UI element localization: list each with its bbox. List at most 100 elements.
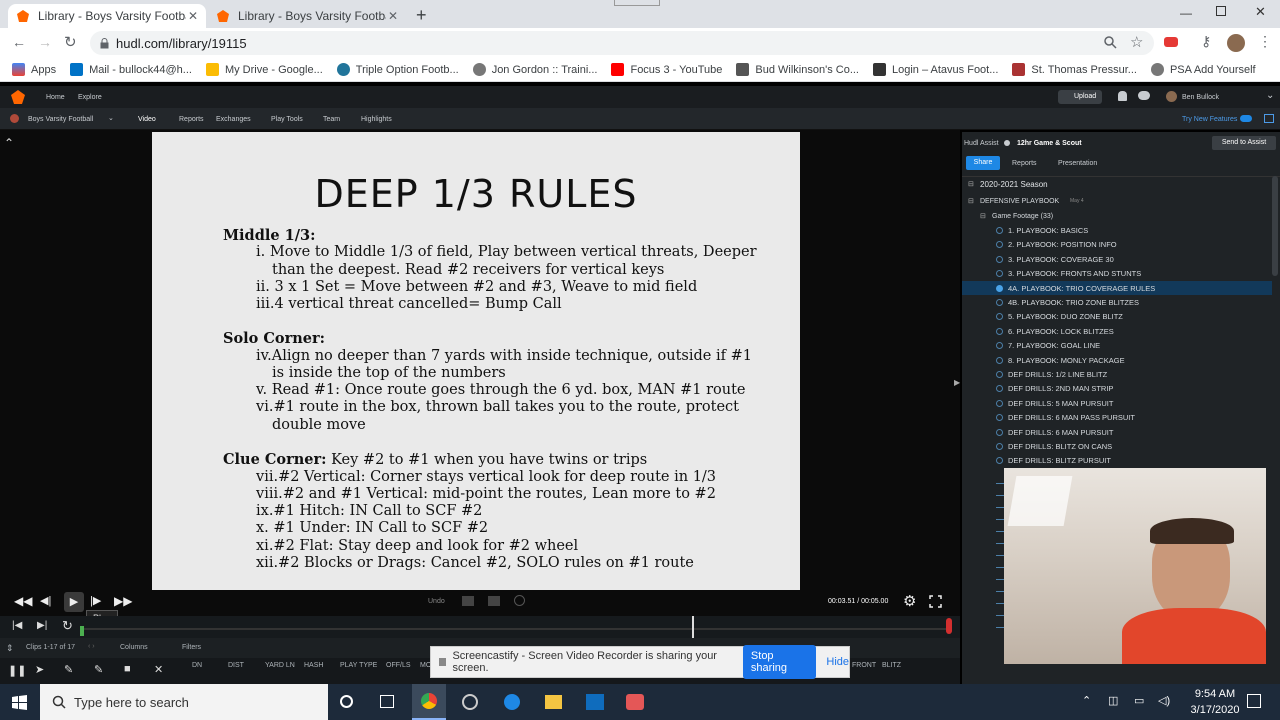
playlist-item[interactable]: 1. PLAYBOOK: BASICS (1008, 226, 1088, 235)
radio-circle-icon[interactable] (996, 299, 1003, 306)
playlist-item[interactable]: 6. PLAYBOOK: LOCK BLITZES (1008, 327, 1114, 336)
cortana-icon[interactable] (340, 695, 353, 708)
radio-circle-icon[interactable] (996, 241, 1003, 249)
radio-circle-icon[interactable] (996, 356, 1003, 364)
radio-circle-icon[interactable] (996, 270, 1003, 278)
user-name[interactable]: Ben Bullock (1182, 94, 1219, 101)
playlist-item[interactable]: 8. PLAYBOOK: MONLY PACKAGE (1008, 356, 1125, 365)
collapse-toggle-icon[interactable]: ⇕ (6, 643, 14, 654)
menu-kebab-icon[interactable]: ⋮ (1258, 33, 1272, 50)
filters-dropdown[interactable]: Filters (182, 644, 201, 651)
bookmark-drive[interactable]: My Drive - Google... (205, 63, 323, 76)
playlist-item[interactable]: DEF DRILLS: BLITZ PURSUIT (1008, 456, 1111, 465)
nav-highlights[interactable]: Highlights (361, 116, 392, 123)
col-header[interactable]: HASH (304, 662, 323, 669)
step-forward-icon[interactable]: |▶ (90, 594, 101, 607)
nav-play-tools[interactable]: Play Tools (271, 116, 303, 123)
radio-circle-icon[interactable] (996, 313, 1003, 321)
close-window-button[interactable]: ✕ (1255, 4, 1266, 20)
radio-circle-icon[interactable] (996, 227, 1003, 234)
features-toggle[interactable] (1240, 115, 1252, 122)
playhead[interactable] (692, 616, 694, 638)
playlist-item[interactable]: DEF DRILLS: BLITZ ON CANS (1008, 442, 1112, 451)
info-icon[interactable] (1004, 140, 1010, 146)
playlist-item[interactable]: 4A. PLAYBOOK: TRIO COVERAGE RULES (1008, 284, 1155, 293)
playlist-item[interactable]: 7. PLAYBOOK: GOAL LINE (1008, 341, 1100, 350)
bookmark-apps[interactable]: Apps (12, 63, 56, 76)
volume-icon[interactable]: ◁) (1158, 694, 1170, 707)
star-bookmark-icon[interactable]: ☆ (1130, 33, 1143, 51)
clock-date[interactable]: 3/17/2020 (1186, 704, 1244, 716)
playlist-item[interactable]: DEF DRILLS: 2ND MAN STRIP (1008, 384, 1113, 393)
loop-icon[interactable]: ↻ (62, 618, 73, 634)
bookmark-youtube[interactable]: Focus 3 - YouTube (611, 63, 722, 76)
radio-circle-icon[interactable] (996, 399, 1003, 407)
app-icon[interactable] (462, 694, 478, 710)
nav-video[interactable]: Video (138, 116, 156, 123)
battery-icon[interactable]: ▭ (1134, 694, 1144, 707)
expand-sidebar-arrow-icon[interactable]: ▶ (954, 378, 960, 387)
col-header[interactable]: OFF/LS (386, 662, 411, 669)
timeline-track[interactable] (80, 628, 950, 630)
pause-icon[interactable]: ❚❚ (8, 664, 26, 677)
scrollbar-thumb[interactable] (1272, 176, 1278, 276)
playlist-item[interactable]: DEF DRILLS: 6 MAN PASS PURSUIT (1008, 413, 1135, 422)
playlist-item[interactable]: 2. PLAYBOOK: POSITION INFO (1008, 240, 1117, 249)
browser-tab-1[interactable]: Library - Boys Varsity Football - H ✕ (8, 4, 206, 28)
bookmark-atavus[interactable]: Login – Atavus Foot... (873, 63, 998, 76)
file-explorer-icon[interactable] (545, 695, 562, 709)
nav-team[interactable]: Team (323, 116, 340, 123)
settings-gear-icon[interactable]: ⚙ (903, 592, 916, 610)
playlist-item[interactable]: DEF DRILLS: 6 MAN PURSUIT (1008, 428, 1113, 437)
bookmark-bud-wilkinson[interactable]: Bud Wilkinson's Co... (736, 63, 859, 76)
messages-icon[interactable] (1138, 91, 1150, 100)
nav-reports[interactable]: Reports (179, 116, 204, 123)
radio-circle-icon[interactable] (996, 342, 1003, 350)
undo-button[interactable]: Undo (428, 598, 445, 605)
col-header[interactable]: DN (192, 662, 202, 669)
close-tab-icon[interactable]: ✕ (188, 9, 198, 23)
edge-icon[interactable] (504, 694, 520, 710)
nav-home[interactable]: Home (46, 94, 65, 101)
playlist-item[interactable]: 3. PLAYBOOK: FRONTS AND STUNTS (1008, 269, 1141, 278)
chrome-taskbar-button[interactable] (412, 684, 446, 720)
step-back-icon[interactable]: ◀| (40, 594, 51, 607)
back-arrow-icon[interactable]: ← (12, 34, 26, 50)
send-to-assist-button[interactable]: Send to Assist (1212, 136, 1276, 150)
camera-tool-icon[interactable]: ■ (124, 663, 131, 675)
playlist-item[interactable]: DEF DRILLS: 1/2 LINE BLITZ (1008, 370, 1107, 379)
col-header[interactable]: YARD LN (265, 662, 295, 669)
col-header[interactable]: FRONT (852, 662, 876, 669)
feedback-icon[interactable] (1264, 114, 1274, 123)
skip-end-icon[interactable]: ▶| (37, 620, 47, 631)
rewind-icon[interactable]: ◀◀ (14, 594, 32, 608)
col-header[interactable]: PLAY TYPE (340, 662, 377, 669)
skip-start-icon[interactable]: |◀ (12, 620, 22, 631)
radio-circle-icon[interactable] (996, 371, 1003, 378)
nav-exchanges[interactable]: Exchanges (216, 116, 251, 123)
close-drawing-icon[interactable]: ✕ (154, 663, 163, 676)
radio-circle-icon[interactable] (996, 443, 1003, 450)
collapse-season-icon[interactable]: ⊟ (968, 180, 974, 188)
playlist-item[interactable]: 3. PLAYBOOK: COVERAGE 30 (1008, 255, 1114, 264)
new-tab-button[interactable]: + (416, 5, 427, 26)
bookmark-mail[interactable]: Mail - bullock44@h... (70, 63, 192, 76)
extension-icon[interactable] (1164, 37, 1178, 47)
clip-pager-arrows[interactable]: ‹ › (88, 643, 95, 650)
playlist-item[interactable]: DEF DRILLS: 5 MAN PURSUIT (1008, 399, 1113, 408)
chevron-down-icon[interactable]: ⌄ (108, 114, 114, 122)
url-bar[interactable]: hudl.com/library/19115 (90, 31, 1154, 55)
reload-icon[interactable]: ↻ (64, 33, 77, 51)
bookmark-psa[interactable]: PSA Add Yourself (1150, 63, 1256, 76)
radio-circle-icon[interactable] (996, 385, 1003, 393)
minimize-button[interactable]: — (1180, 6, 1192, 20)
radio-circle-icon[interactable] (996, 457, 1003, 465)
folder-title[interactable]: Game Footage (33) (992, 213, 1053, 220)
selected-check-icon[interactable] (996, 284, 1003, 292)
playlist-item[interactable]: 5. PLAYBOOK: DUO ZONE BLITZ (1008, 312, 1123, 321)
fast-forward-icon[interactable]: ▶▶ (114, 594, 132, 608)
radio-circle-icon[interactable] (996, 414, 1003, 422)
radio-circle-icon[interactable] (996, 327, 1003, 335)
maximize-button[interactable] (1216, 6, 1226, 16)
col-header[interactable]: DIST (228, 662, 244, 669)
